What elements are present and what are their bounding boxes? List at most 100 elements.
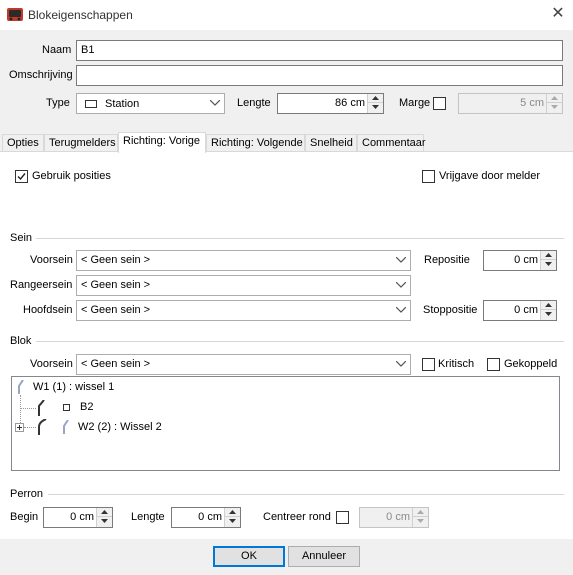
rail-icon [36, 399, 46, 419]
centreer-checkbox[interactable] [336, 511, 349, 524]
dialog-footer [0, 539, 573, 575]
sein-voorsein-select[interactable]: < Geen sein > [76, 250, 411, 271]
perron-lengte-value: 0 cm [198, 511, 222, 523]
lengte-label: Lengte [237, 97, 271, 109]
centreer-spinner: 0 cm [359, 507, 429, 528]
naam-value: B1 [81, 44, 95, 56]
marge-value: 5 cm [520, 97, 544, 109]
blok-voorsein-select[interactable]: < Geen sein > [76, 354, 411, 375]
perron-lengte-label: Lengte [131, 511, 165, 523]
chevron-down-icon[interactable] [206, 94, 224, 113]
tree-connector [24, 427, 36, 428]
rangeersein-select[interactable]: < Geen sein > [76, 275, 411, 296]
omschrijving-label: Omschrijving [9, 69, 73, 81]
centreer-label: Centreer rond [263, 511, 331, 523]
lengte-value: 86 cm [335, 97, 365, 109]
tab-strip: Opties Terugmelders Richting: Vorige Ric… [0, 132, 573, 153]
chevron-down-icon[interactable] [392, 301, 410, 320]
repositie-value: 0 cm [514, 254, 538, 266]
spin-down-icon[interactable] [368, 103, 383, 112]
spin-down-icon[interactable] [97, 517, 112, 526]
sein-voorsein-value: < Geen sein > [81, 254, 151, 266]
type-label: Type [46, 97, 70, 109]
repositie-spinner[interactable]: 0 cm [483, 250, 557, 271]
hoofdsein-label: Hoofdsein [23, 304, 73, 316]
tab-richting-volgende[interactable]: Richting: Volgende [206, 134, 305, 152]
lengte-spinner[interactable]: 86 cm [277, 93, 384, 114]
kritisch-label: Kritisch [438, 358, 475, 370]
stoppositie-value: 0 cm [514, 304, 538, 316]
switch-icon [17, 379, 29, 397]
begin-value: 0 cm [70, 511, 94, 523]
perron-lengte-spinner[interactable]: 0 cm [171, 507, 241, 528]
tab-terugmelders[interactable]: Terugmelders [44, 134, 118, 152]
block-icon [63, 404, 70, 411]
centreer-value: 0 cm [386, 511, 410, 523]
vrijgave-checkbox[interactable] [422, 170, 435, 183]
tree-item-w1[interactable]: W1 (1) : wissel 1 [33, 381, 114, 393]
perron-divider [48, 494, 564, 495]
naam-input[interactable]: B1 [76, 40, 563, 61]
title-bar: Blokeigenschappen ✕ [0, 0, 573, 30]
begin-spinner[interactable]: 0 cm [43, 507, 113, 528]
close-icon[interactable]: ✕ [549, 5, 567, 23]
sein-group-label: Sein [10, 232, 33, 244]
spin-up-icon[interactable] [541, 251, 556, 260]
sein-divider [36, 238, 564, 239]
spin-down-icon[interactable] [541, 310, 556, 319]
blok-voorsein-label: Voorsein [30, 358, 73, 370]
omschrijving-input[interactable] [76, 65, 563, 86]
rangeersein-label: Rangeersein [10, 279, 73, 291]
spin-up-icon [547, 94, 562, 103]
spin-down-icon[interactable] [225, 517, 240, 526]
tab-commentaar[interactable]: Commentaar [357, 134, 426, 152]
spin-down-icon[interactable] [541, 260, 556, 269]
blok-divider [36, 341, 564, 342]
spin-up-icon[interactable] [368, 94, 383, 103]
hoofdsein-value: < Geen sein > [81, 304, 151, 316]
spin-up-icon[interactable] [541, 301, 556, 310]
stoppositie-label: Stoppositie [423, 304, 478, 316]
marge-checkbox[interactable] [433, 97, 446, 110]
gebruik-posities-label: Gebruik posities [32, 170, 111, 182]
chevron-down-icon[interactable] [392, 251, 410, 270]
type-select[interactable]: Station [76, 93, 225, 114]
tree-item-w2[interactable]: W2 (2) : Wissel 2 [78, 421, 162, 433]
tab-snelheid[interactable]: Snelheid [305, 134, 357, 152]
blok-tree[interactable]: W1 (1) : wissel 1 B2 W2 (2) : Wissel 2 [11, 376, 560, 471]
gekoppeld-label: Gekoppeld [504, 358, 558, 370]
hoofdsein-select[interactable]: < Geen sein > [76, 300, 411, 321]
window-title: Blokeigenschappen [28, 8, 133, 22]
spin-up-icon [413, 508, 428, 517]
gekoppeld-checkbox[interactable] [487, 358, 500, 371]
naam-label: Naam [42, 44, 72, 56]
tree-connector [20, 408, 36, 409]
chevron-down-icon[interactable] [392, 276, 410, 295]
tab-richting-vorige[interactable]: Richting: Vorige [118, 132, 206, 153]
kritisch-checkbox[interactable] [422, 358, 435, 371]
tree-item-b2[interactable]: B2 [80, 401, 93, 413]
perron-group-label: Perron [10, 488, 44, 500]
stoppositie-spinner[interactable]: 0 cm [483, 300, 557, 321]
vrijgave-label: Vrijgave door melder [439, 170, 541, 182]
blok-group-label: Blok [10, 335, 32, 347]
marge-label: Marge [399, 97, 431, 109]
spin-up-icon[interactable] [97, 508, 112, 517]
annuleer-button[interactable]: Annuleer [288, 546, 360, 567]
tab-opties[interactable]: Opties [2, 134, 44, 152]
switch-icon [62, 419, 74, 437]
tab-panel [0, 151, 573, 539]
repositie-label: Repositie [424, 254, 470, 266]
spin-up-icon[interactable] [225, 508, 240, 517]
expand-icon[interactable] [15, 423, 24, 432]
spin-down-icon [547, 103, 562, 112]
gebruik-posities-checkbox[interactable] [15, 170, 28, 183]
rail-icon [36, 418, 48, 438]
station-icon [85, 100, 97, 108]
spin-down-icon [413, 517, 428, 526]
type-value: Station [105, 98, 140, 110]
ok-button[interactable]: OK [213, 546, 285, 567]
app-icon [7, 7, 23, 22]
chevron-down-icon[interactable] [392, 355, 410, 374]
marge-spinner: 5 cm [458, 93, 563, 114]
